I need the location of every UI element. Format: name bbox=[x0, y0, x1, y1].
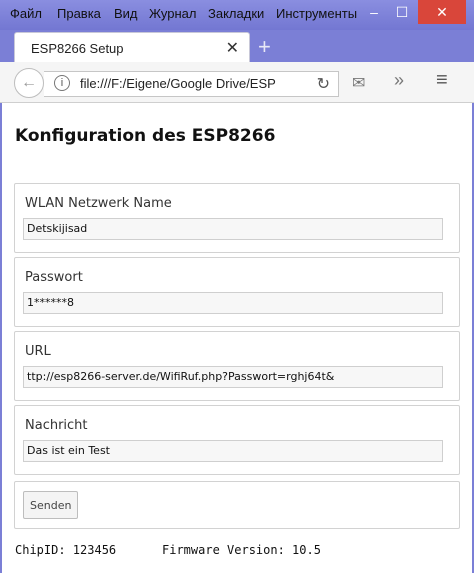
navigation-toolbar: ← i file:///F:/Eigene/Google Drive/ESP ↻… bbox=[0, 62, 474, 103]
mail-icon[interactable]: ✉ bbox=[352, 73, 365, 93]
tab-title: ESP8266 Setup bbox=[31, 41, 124, 56]
info-icon[interactable]: i bbox=[54, 75, 70, 91]
password-input[interactable]: 1******8 bbox=[23, 292, 443, 314]
menu-file[interactable]: Файл bbox=[10, 6, 42, 21]
overflow-chevron-icon[interactable]: » bbox=[394, 70, 404, 91]
menu-view[interactable]: Вид bbox=[114, 6, 138, 21]
menu-edit[interactable]: Правка bbox=[57, 6, 101, 21]
hamburger-menu-icon[interactable]: ≡ bbox=[436, 69, 448, 92]
page-title: Konfiguration des ESP8266 bbox=[15, 126, 276, 146]
tab-esp8266-setup[interactable]: ESP8266 Setup ✕ bbox=[14, 32, 250, 63]
menu-bar: Файл Правка Вид Журнал Закладки Инструме… bbox=[0, 0, 474, 30]
firmware-version: Firmware Version: 10.5 bbox=[162, 543, 321, 557]
message-input[interactable]: Das ist ein Test bbox=[23, 440, 443, 462]
close-window-button[interactable]: ✕ bbox=[418, 0, 466, 24]
send-fieldset: Senden bbox=[14, 481, 460, 529]
message-label: Nachricht bbox=[25, 418, 88, 433]
send-button[interactable]: Senden bbox=[23, 491, 78, 519]
url-label: URL bbox=[25, 344, 51, 359]
page-content: Konfiguration des ESP8266 WLAN Netzwerk … bbox=[2, 103, 472, 573]
close-icon: ✕ bbox=[436, 3, 448, 20]
url-fieldset: URL ttp://esp8266-server.de/WifiRuf.php?… bbox=[14, 331, 460, 401]
wlan-fieldset: WLAN Netzwerk Name Detskijisad bbox=[14, 183, 460, 253]
new-tab-icon[interactable]: + bbox=[258, 34, 271, 60]
back-button[interactable]: ← bbox=[14, 68, 44, 98]
maximize-button[interactable]: ☐ bbox=[388, 0, 416, 24]
back-arrow-icon: ← bbox=[21, 74, 37, 91]
password-fieldset: Passwort 1******8 bbox=[14, 257, 460, 327]
minimize-button[interactable]: – bbox=[360, 0, 388, 24]
menu-history[interactable]: Журнал bbox=[149, 6, 196, 21]
reload-icon[interactable]: ↻ bbox=[317, 74, 330, 94]
wlan-name-input[interactable]: Detskijisad bbox=[23, 218, 443, 240]
wlan-label: WLAN Netzwerk Name bbox=[25, 196, 172, 211]
menu-bookmarks[interactable]: Закладки bbox=[208, 6, 264, 21]
maximize-icon: ☐ bbox=[395, 3, 409, 20]
password-label: Passwort bbox=[25, 270, 83, 285]
menu-tools[interactable]: Инструменты bbox=[276, 6, 357, 21]
chip-id: ChipID: 123456 bbox=[15, 543, 117, 557]
message-fieldset: Nachricht Das ist ein Test bbox=[14, 405, 460, 475]
url-input[interactable]: ttp://esp8266-server.de/WifiRuf.php?Pass… bbox=[23, 366, 443, 388]
url-bar[interactable]: i file:///F:/Eigene/Google Drive/ESP ↻ bbox=[44, 71, 339, 97]
url-text[interactable]: file:///F:/Eigene/Google Drive/ESP bbox=[80, 76, 312, 91]
tab-close-icon[interactable]: ✕ bbox=[226, 38, 239, 58]
minimize-icon: – bbox=[370, 4, 378, 20]
